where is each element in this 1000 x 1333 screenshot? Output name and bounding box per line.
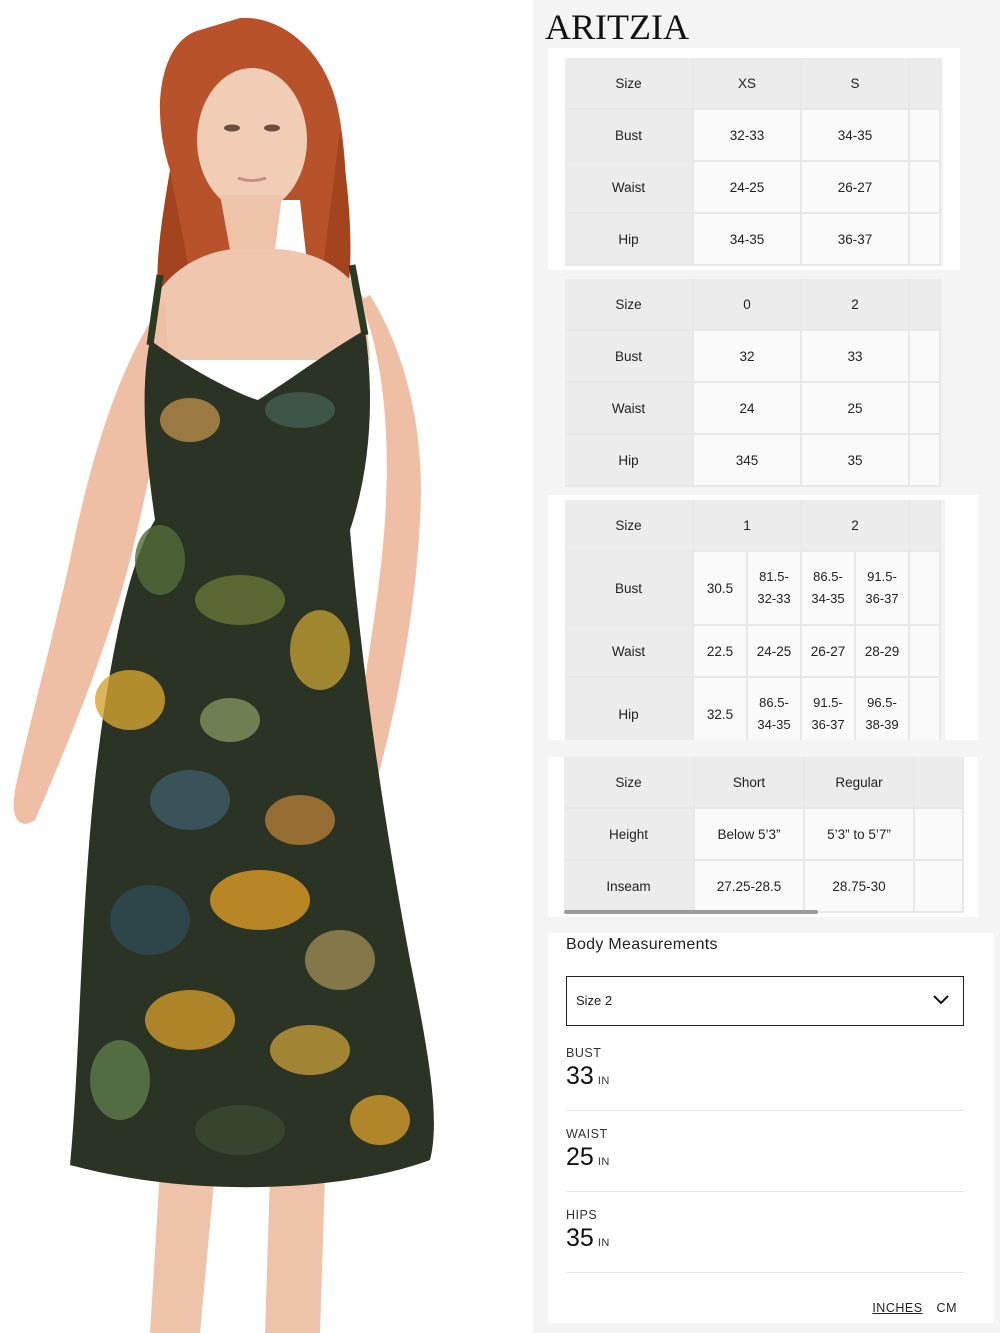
brand-logo: ARITZIA (545, 7, 689, 47)
table-cell (915, 861, 964, 913)
table-cell: Inseam (564, 861, 695, 913)
table-cell: 30.5 (694, 552, 748, 626)
measurement-unit: IN (597, 1075, 610, 1087)
table-cell: Below 5’3” (695, 809, 805, 861)
measurement-value: 33 (566, 1062, 594, 1090)
table-cell: 81.5- 32-33 (748, 552, 802, 626)
table-cell: Size (565, 58, 694, 110)
size-table-alpha: Size XS S Bust 32-33 34-35 Waist 24-25 2… (565, 58, 943, 266)
measurement-waist: WAIST 25 IN (566, 1127, 964, 1192)
table-cell: 24 (694, 383, 802, 435)
size-table-length: Size Short Regular Height Below 5’3” 5’3… (564, 757, 964, 913)
table-cell: 2 (802, 500, 910, 552)
table-cell: S (802, 58, 910, 110)
size-table-metric: Size 1 2 Bust 30.5 81.5- 32-33 86.5- 34-35… (565, 500, 945, 740)
table-cell (910, 162, 941, 214)
table-cell (910, 678, 941, 740)
measurement-label: BUST (566, 1046, 602, 1060)
table-cell: 86.5- 34-35 (748, 678, 802, 740)
table-cell (910, 626, 941, 678)
measurement-label: HIPS (566, 1208, 598, 1222)
table-cell: 27.25-28.5 (695, 861, 805, 913)
table-cell (915, 809, 964, 861)
table-cell (910, 58, 941, 110)
table-cell: Waist (565, 383, 694, 435)
table-cell (915, 757, 964, 809)
table-cell: XS (694, 58, 802, 110)
table-cell: 24-25 (694, 162, 802, 214)
table-cell (910, 110, 941, 162)
table-cell (910, 279, 941, 331)
cm-toggle[interactable]: CM (937, 1301, 957, 1315)
table-cell: 28-29 (856, 626, 910, 678)
table-cell: 91.5- 36-37 (802, 678, 856, 740)
size-guide-panel: ARITZIA Size XS S Bust 32-33 34-35 Waist… (533, 0, 1000, 1333)
table-cell (910, 500, 941, 552)
table-cell: Bust (565, 552, 694, 626)
table-cell: 1 (694, 500, 802, 552)
table-cell: 32 (694, 331, 802, 383)
table-cell (910, 383, 941, 435)
table-cell: 25 (802, 383, 910, 435)
measurement-label: WAIST (566, 1127, 608, 1141)
table-cell: 34-35 (694, 214, 802, 266)
table-cell: Size (565, 279, 694, 331)
table-cell: 33 (802, 331, 910, 383)
table-cell: 32.5 (694, 678, 748, 740)
table-cell: 28.75-30 (805, 861, 915, 913)
horizontal-scrollbar[interactable] (564, 910, 818, 914)
size-table-numeric: Size 0 2 Bust 32 33 Waist 24 25 Hip 345 … (565, 279, 943, 487)
body-measurements-title: Body Measurements (566, 936, 718, 953)
table-cell: Waist (565, 626, 694, 678)
table-cell: 26-27 (802, 626, 856, 678)
product-photo (0, 0, 533, 1333)
table-cell: 36-37 (802, 214, 910, 266)
table-cell: Hip (565, 214, 694, 266)
measurement-unit: IN (597, 1156, 610, 1168)
table-cell: Hip (565, 435, 694, 487)
table-cell: 5’3” to 5’7” (805, 809, 915, 861)
table-cell: 34-35 (802, 110, 910, 162)
table-cell: 32-33 (694, 110, 802, 162)
measurement-hips: HIPS 35 IN (566, 1208, 964, 1273)
inches-toggle[interactable]: INCHES (872, 1301, 922, 1315)
table-cell: 26-27 (802, 162, 910, 214)
size-select-value: Size 2 (576, 993, 613, 1008)
table-cell: Size (564, 757, 695, 809)
table-cell: Hip (565, 678, 694, 740)
table-cell: 24-25 (748, 626, 802, 678)
chevron-down-icon (931, 989, 951, 1014)
table-cell: Bust (565, 110, 694, 162)
table-cell: Waist (565, 162, 694, 214)
table-cell: 2 (802, 279, 910, 331)
size-select[interactable]: Size 2 (566, 976, 964, 1026)
table-cell (910, 552, 941, 626)
measurement-value: 25 (566, 1143, 594, 1171)
measurement-value: 35 (566, 1224, 594, 1252)
table-cell: Height (564, 809, 695, 861)
body-measurements-panel: Body Measurements Size 2 BUST 33 IN WAIST… (548, 933, 994, 1323)
measurement-unit: IN (597, 1237, 610, 1249)
table-cell: 91.5- 36-37 (856, 552, 910, 626)
table-cell: 0 (694, 279, 802, 331)
table-cell (910, 214, 941, 266)
table-cell: Size (565, 500, 694, 552)
measurement-bust: BUST 33 IN (566, 1046, 964, 1111)
table-cell: 35 (802, 435, 910, 487)
table-cell: 96.5- 38-39 (856, 678, 910, 740)
table-cell: 22.5 (694, 626, 748, 678)
table-cell (910, 331, 941, 383)
unit-toggle: INCHES CM (862, 1301, 957, 1315)
table-cell: Bust (565, 331, 694, 383)
table-cell: 345 (694, 435, 802, 487)
table-cell: Short (695, 757, 805, 809)
table-cell: Regular (805, 757, 915, 809)
table-cell (910, 435, 941, 487)
table-cell: 86.5- 34-35 (802, 552, 856, 626)
